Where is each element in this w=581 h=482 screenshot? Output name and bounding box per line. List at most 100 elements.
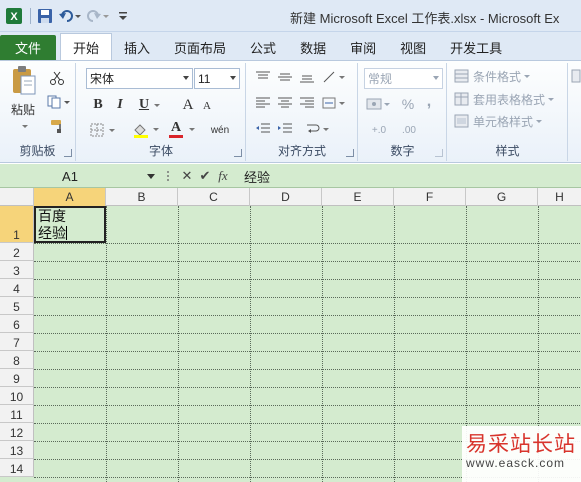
column-header-h[interactable]: H: [538, 188, 581, 206]
font-name-combo[interactable]: 宋体: [86, 68, 193, 89]
number-launcher-icon[interactable]: [435, 149, 443, 157]
title-bar: X 新建 Microsoft Excel 工作表.xlsx - Microsof…: [0, 0, 581, 32]
merge-center-icon[interactable]: [321, 95, 347, 111]
cell-styles-button[interactable]: 单元格样式: [454, 111, 564, 131]
underline-button[interactable]: U: [135, 96, 153, 114]
column-header-f[interactable]: F: [394, 188, 466, 206]
number-format-value: 常规: [368, 72, 393, 86]
cancel-icon[interactable]: ✕: [178, 168, 196, 184]
formula-controls: ✕ ✔ fx: [162, 166, 238, 186]
watermark-url: www.easck.com: [466, 456, 566, 470]
column-header-c[interactable]: C: [178, 188, 250, 206]
copy-icon[interactable]: [46, 93, 72, 111]
row-header-5[interactable]: 5: [0, 297, 34, 315]
format-painter-icon[interactable]: [48, 117, 66, 135]
ribbon: 粘贴 剪贴板 宋体 11 B I U A A A wén 字体 对齐方式 常规 …: [0, 60, 581, 163]
row-header-13[interactable]: 13: [0, 441, 34, 459]
decrease-decimal-button[interactable]: .00: [395, 121, 423, 139]
font-launcher-icon[interactable]: [234, 149, 242, 157]
grow-font-button[interactable]: A: [179, 95, 197, 115]
column-header-b[interactable]: B: [106, 188, 178, 206]
save-icon[interactable]: [35, 6, 55, 26]
row-header-12[interactable]: 12: [0, 423, 34, 441]
insert-function-icon[interactable]: fx: [214, 168, 232, 184]
tab-file[interactable]: 文件: [0, 35, 56, 60]
underline-dropdown-icon[interactable]: [153, 101, 161, 109]
excel-logo-icon[interactable]: X: [4, 6, 24, 26]
align-middle-icon[interactable]: [275, 69, 295, 85]
column-header-row: A B C D E F G H: [0, 188, 581, 206]
alignment-launcher-icon[interactable]: [346, 149, 354, 157]
column-header-g[interactable]: G: [466, 188, 538, 206]
phonetic-button[interactable]: wén: [205, 121, 235, 139]
row-header-10[interactable]: 10: [0, 387, 34, 405]
percent-button[interactable]: %: [399, 95, 417, 113]
active-cell-a1[interactable]: 百度 经验: [34, 206, 106, 243]
align-right-icon[interactable]: [297, 95, 317, 111]
separator-dots-icon: [167, 171, 169, 181]
row-header-14[interactable]: 14: [0, 459, 34, 477]
name-box[interactable]: A1: [2, 166, 158, 186]
select-all-corner[interactable]: [0, 188, 34, 206]
row-header-11[interactable]: 11: [0, 405, 34, 423]
window-title: 新建 Microsoft Excel 工作表.xlsx - Microsoft …: [290, 11, 560, 26]
fill-color-icon[interactable]: [131, 121, 163, 139]
bold-button[interactable]: B: [89, 96, 107, 114]
ribbon-tabs: 文件 开始 插入 页面布局 公式 数据 审阅 视图 开发工具: [0, 32, 581, 60]
row-header-2[interactable]: 2: [0, 243, 34, 261]
row-header-3[interactable]: 3: [0, 261, 34, 279]
tab-page-layout[interactable]: 页面布局: [162, 35, 238, 60]
wrap-text-icon[interactable]: [305, 121, 333, 137]
tab-view[interactable]: 视图: [388, 35, 438, 60]
orientation-icon[interactable]: [321, 69, 347, 85]
paste-icon[interactable]: [8, 65, 38, 97]
tab-formulas[interactable]: 公式: [238, 35, 288, 60]
customize-qat-icon[interactable]: [113, 6, 133, 26]
paste-button[interactable]: 粘贴: [4, 101, 42, 117]
font-size-combo[interactable]: 11: [194, 68, 240, 89]
row-header-7[interactable]: 7: [0, 333, 34, 351]
tab-insert[interactable]: 插入: [112, 35, 162, 60]
align-bottom-icon[interactable]: [297, 69, 317, 85]
column-header-e[interactable]: E: [322, 188, 394, 206]
column-header-a[interactable]: A: [34, 188, 106, 206]
increase-decimal-button[interactable]: +.0: [365, 121, 393, 139]
row-header-9[interactable]: 9: [0, 369, 34, 387]
format-as-table-button[interactable]: 套用表格格式: [454, 89, 566, 109]
clipboard-launcher-icon[interactable]: [64, 149, 72, 157]
row-header-6[interactable]: 6: [0, 315, 34, 333]
cells-insert-icon[interactable]: [570, 67, 581, 85]
chevron-down-icon: [433, 76, 439, 80]
align-top-icon[interactable]: [253, 69, 273, 85]
tab-home[interactable]: 开始: [60, 33, 113, 60]
undo-icon[interactable]: [57, 6, 83, 26]
number-format-combo[interactable]: 常规: [364, 68, 443, 89]
font-color-button[interactable]: A: [167, 120, 197, 140]
row-header-1[interactable]: 1: [0, 206, 34, 243]
tab-data[interactable]: 数据: [288, 35, 338, 60]
row-header-4[interactable]: 4: [0, 279, 34, 297]
font-group: 宋体 11 B I U A A A wén 字体: [77, 63, 246, 161]
gridline: [34, 279, 581, 280]
align-left-icon[interactable]: [253, 95, 273, 111]
conditional-format-button[interactable]: 条件格式: [454, 66, 564, 86]
italic-button[interactable]: I: [111, 96, 129, 114]
paste-dropdown-icon[interactable]: [16, 121, 30, 131]
increase-indent-icon[interactable]: [275, 121, 295, 137]
comma-button[interactable]: ,: [421, 93, 437, 111]
shrink-font-button[interactable]: A: [199, 98, 215, 114]
tab-review[interactable]: 审阅: [338, 35, 388, 60]
align-center-icon[interactable]: [275, 95, 295, 111]
number-group-label: 数字: [390, 144, 415, 158]
cut-icon[interactable]: [48, 69, 66, 87]
formula-input[interactable]: 经验: [244, 166, 270, 186]
tab-developer[interactable]: 开发工具: [438, 35, 514, 60]
decrease-indent-icon[interactable]: [253, 121, 273, 137]
currency-icon[interactable]: [365, 95, 393, 113]
border-icon[interactable]: [89, 121, 119, 139]
enter-icon[interactable]: ✔: [196, 168, 214, 184]
column-header-d[interactable]: D: [250, 188, 322, 206]
cell-styles-label: 单元格样式: [473, 114, 534, 129]
redo-icon[interactable]: [85, 6, 111, 26]
row-header-8[interactable]: 8: [0, 351, 34, 369]
